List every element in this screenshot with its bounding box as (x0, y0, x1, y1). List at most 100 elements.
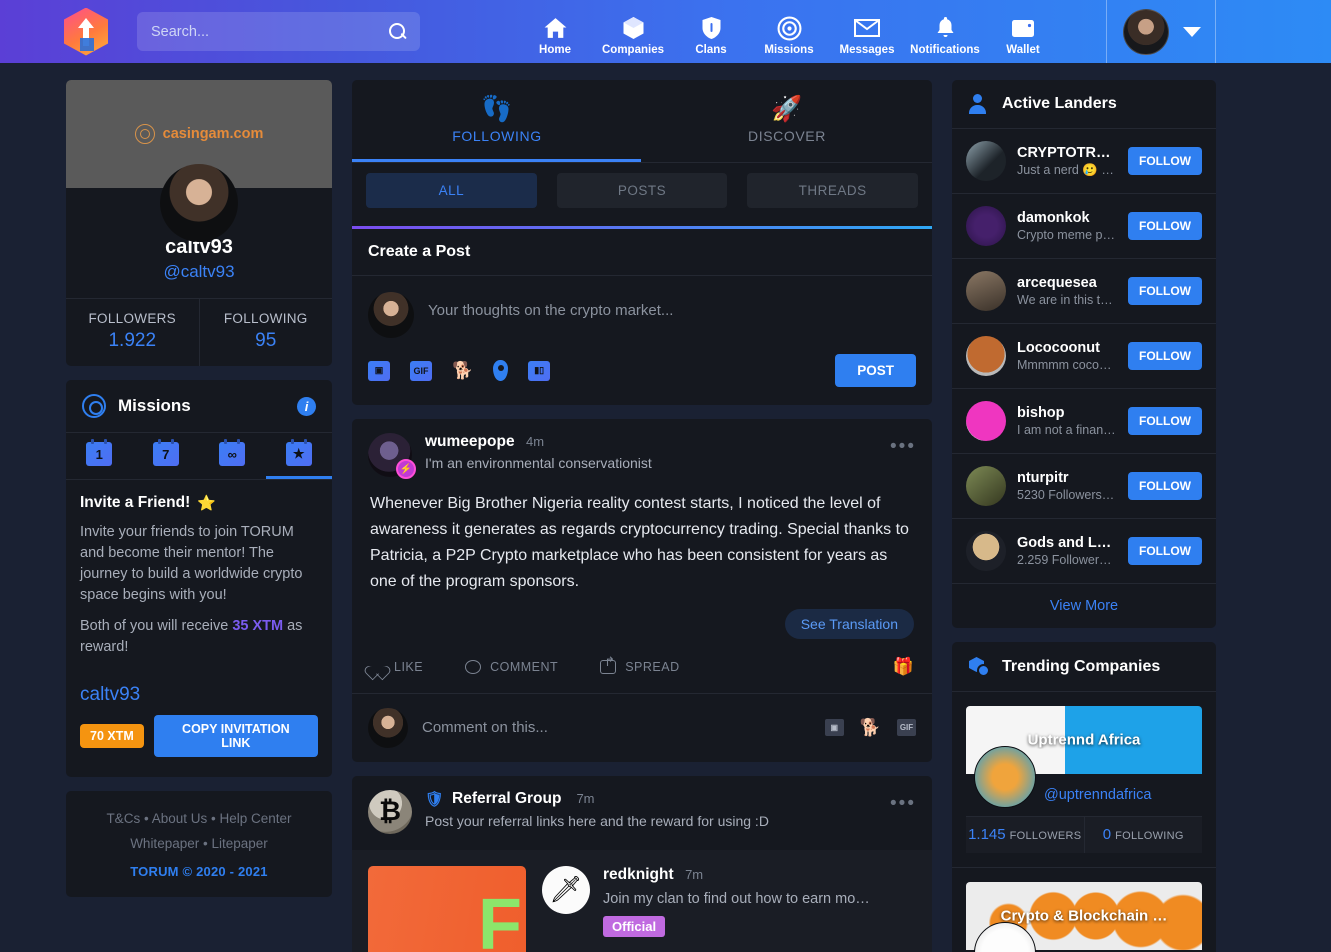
nav-item-home[interactable]: Home (516, 15, 594, 63)
see-translation-button[interactable]: See Translation (784, 608, 914, 639)
list-item[interactable]: nturpitr 5230 Followers and … FOLLOW (952, 453, 1216, 518)
avatar[interactable]: ⚡ (368, 433, 416, 479)
logo-house-icon (80, 37, 94, 51)
gif-icon[interactable]: GIF (410, 360, 432, 381)
search-input[interactable]: Search... (137, 12, 420, 51)
shield-icon: 🛡 (425, 790, 445, 808)
list-item[interactable]: bishop I am not a financial a… FOLLOW (952, 388, 1216, 453)
missions-tab-weekly[interactable]: 7 (133, 433, 200, 479)
company-card[interactable]: Uptrennd Africa @uptrenndafrica 1.145 FOL… (952, 691, 1216, 867)
spread-button[interactable]: SPREAD (600, 654, 679, 674)
follow-button[interactable]: FOLLOW (1128, 277, 1202, 305)
follow-button[interactable]: FOLLOW (1128, 342, 1202, 370)
inner-timestamp: 7m (685, 866, 704, 882)
footer-link-help[interactable]: Help Center (220, 811, 292, 826)
list-item[interactable]: arcequesea We are in this togeth… FOLLOW (952, 258, 1216, 323)
trending-companies-title: Trending Companies (1002, 657, 1161, 675)
post-preview-image[interactable]: F (368, 865, 526, 952)
missions-tab-daily[interactable]: 1 (66, 433, 133, 479)
nav-item-messages[interactable]: Messages (828, 15, 906, 63)
nav-item-companies[interactable]: Companies (594, 15, 672, 63)
profile-avatar[interactable] (160, 164, 238, 242)
footer-link-whitepaper[interactable]: Whitepaper (130, 836, 199, 851)
image-icon[interactable]: ▣ (368, 360, 390, 381)
avatar[interactable] (1123, 8, 1169, 55)
tab-discover[interactable]: 🚀 DISCOVER (642, 80, 932, 162)
footer-link-about[interactable]: About Us (152, 811, 208, 826)
company-handle[interactable]: @uptrenndafrica (1044, 787, 1151, 803)
chevron-down-icon[interactable] (1183, 26, 1201, 37)
missions-tab-infinite[interactable]: ∞ (199, 433, 266, 479)
copy-invitation-link-button[interactable]: COPY INVITATION LINK (153, 715, 318, 758)
filter-posts[interactable]: POSTS (556, 173, 728, 208)
list-item[interactable]: Lococoonut Mmmmm coconuts FOLLOW (952, 323, 1216, 388)
poll-icon[interactable]: ▮▯ (528, 360, 551, 381)
invite-code[interactable]: caltv93 (80, 684, 318, 706)
filter-all[interactable]: ALL (366, 173, 537, 208)
info-icon[interactable]: i (297, 396, 316, 416)
list-item[interactable]: damonkok Crypto meme produc… FOLLOW (952, 193, 1216, 258)
footer-link-litepaper[interactable]: Litepaper (212, 836, 268, 851)
follow-button[interactable]: FOLLOW (1128, 212, 1202, 240)
gif-icon[interactable]: GIF (897, 719, 916, 737)
doge-icon[interactable]: 🐕 (860, 718, 881, 738)
nav-item-wallet[interactable]: Wallet (984, 15, 1062, 63)
list-item[interactable]: CRYPTOTRON Just a nerd 🥲 Here … FOLLOW (952, 128, 1216, 193)
stat-following[interactable]: FOLLOWING 95 (198, 299, 333, 366)
follow-button[interactable]: FOLLOW (1128, 537, 1202, 565)
nav-item-clans[interactable]: Clans (672, 15, 750, 63)
banner-brand: casingam.com (134, 124, 263, 144)
image-icon[interactable]: ▣ (824, 719, 844, 737)
like-button[interactable]: LIKE (370, 660, 423, 674)
main-nav: Home Companies Clans Missions Messages N… (516, 0, 1062, 63)
group-avatar[interactable]: ₿ (368, 789, 412, 834)
top-navigation-bar: Search... Home Companies Clans Missions … (0, 0, 1331, 63)
nav-item-notifications[interactable]: Notifications (906, 15, 984, 63)
missions-tab-special[interactable]: ★ (265, 433, 332, 479)
lander-bio: Crypto meme produc… (1017, 228, 1117, 242)
doge-icon[interactable]: 🐕 (452, 361, 473, 381)
preview-letter: F (478, 885, 522, 952)
view-more-link[interactable]: View More (952, 583, 1216, 628)
gift-icon[interactable]: 🎁 (893, 657, 914, 677)
lander-bio: 5230 Followers and … (1017, 488, 1117, 502)
wallet-icon (1011, 15, 1035, 41)
group-name[interactable]: Referral Group (452, 790, 561, 808)
profile-menu[interactable] (1106, 0, 1216, 63)
follow-button[interactable]: FOLLOW (1128, 147, 1202, 175)
company-card[interactable]: Crypto & Blockchain … @blockchainproject… (952, 867, 1216, 952)
comment-bar[interactable]: Comment on this... ▣ 🐕 GIF (352, 692, 932, 762)
lander-bio: Just a nerd 🥲 Here … (1017, 162, 1118, 177)
stat-followers-label: FOLLOWERS (88, 311, 176, 326)
tab-following[interactable]: 👣 FOLLOWING (352, 80, 642, 162)
torum-logo[interactable] (64, 7, 108, 56)
post-author-name[interactable]: wumeepope (425, 433, 515, 450)
nav-item-missions[interactable]: Missions (750, 15, 828, 63)
search-icon[interactable] (388, 22, 408, 42)
follow-button[interactable]: FOLLOW (1128, 407, 1202, 435)
post-button[interactable]: POST (835, 354, 916, 387)
footer-card: T&Cs • About Us • Help Center Whitepaper… (66, 791, 332, 898)
profile-handle[interactable]: @caltv93 (66, 262, 332, 282)
lander-bio: I am not a financial a… (1017, 423, 1117, 437)
post-card: ⚡ wumeepope 4m I'm an environmental cons… (352, 419, 932, 762)
post-composer[interactable]: Your thoughts on the crypto market... (352, 276, 932, 354)
footer-link-tcs[interactable]: T&Cs (106, 811, 140, 826)
lander-info: nturpitr 5230 Followers and … (1017, 470, 1117, 502)
avatar[interactable]: 🗡 (542, 865, 590, 914)
list-item[interactable]: Gods and Legen… 2.259 Followers • 4… FOL… (952, 518, 1216, 583)
follow-button[interactable]: FOLLOW (1128, 472, 1202, 500)
filter-threads[interactable]: THREADS (747, 173, 919, 208)
inner-author-name[interactable]: redknight (603, 866, 674, 883)
avatar (966, 531, 1006, 571)
post-options-icon[interactable]: ••• (890, 433, 916, 477)
comment-button[interactable]: COMMENT (465, 659, 558, 674)
reward-prefix: Both of you will receive (80, 618, 233, 635)
invite-title: Invite a Friend! (80, 494, 191, 511)
group-post-options-icon[interactable]: ••• (890, 790, 916, 813)
feed-tabs: 👣 FOLLOWING 🚀 DISCOVER (352, 80, 932, 162)
footprints-icon: 👣 (481, 94, 513, 123)
location-pin-icon[interactable] (493, 360, 509, 381)
avatar (966, 141, 1006, 181)
stat-followers[interactable]: FOLLOWERS 1.922 (66, 299, 199, 366)
